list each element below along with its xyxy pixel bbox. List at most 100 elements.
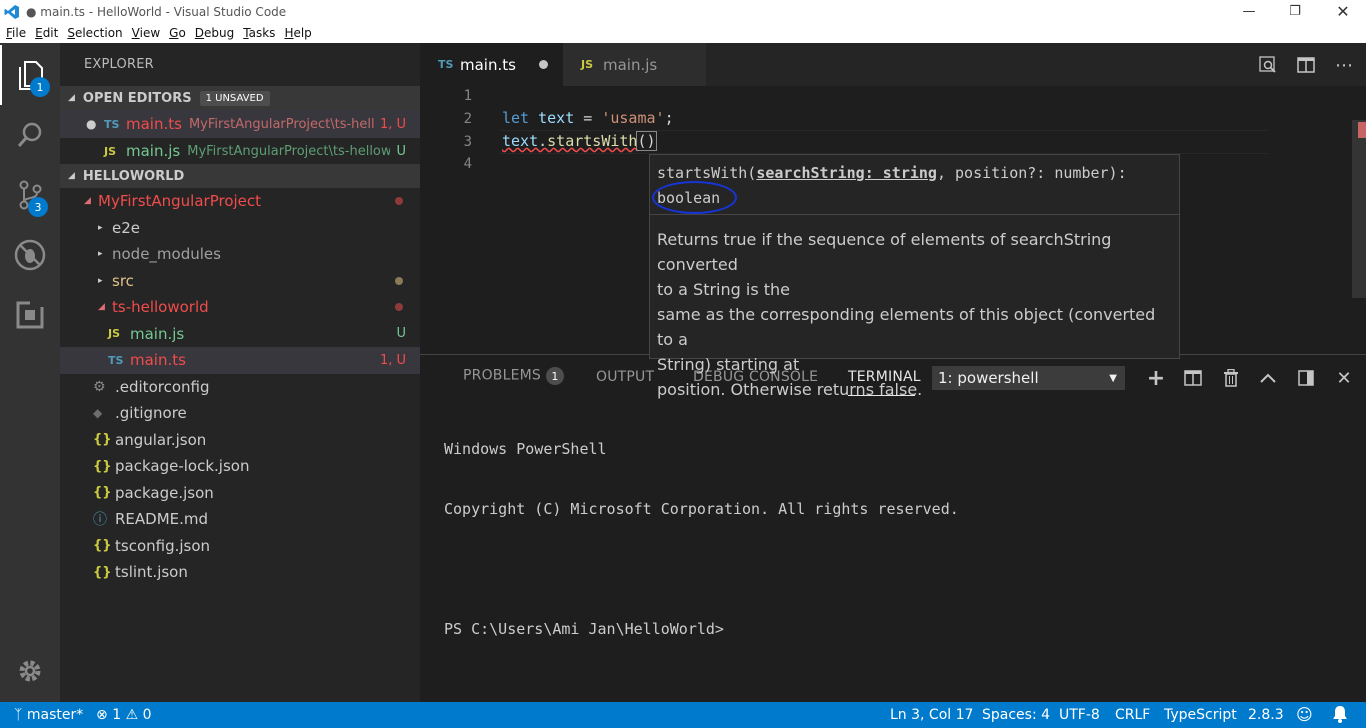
file-label: .gitignore xyxy=(115,404,187,423)
activity-bar: 1 3 xyxy=(0,43,60,702)
doc-line: same as the corresponding elements of th… xyxy=(657,305,1156,349)
tree-folder[interactable]: ▸ src xyxy=(60,268,420,295)
feedback-smiley-icon[interactable]: ☺ xyxy=(1296,705,1313,724)
minimize-icon[interactable]: — xyxy=(1226,0,1272,23)
notifications-bell-icon[interactable] xyxy=(1332,705,1348,727)
tree-folder[interactable]: ▸ e2e xyxy=(60,215,420,242)
scm-activity[interactable]: 3 xyxy=(0,165,60,225)
modified-dot-icon xyxy=(395,197,403,206)
line-number: 3 xyxy=(463,134,472,150)
open-editors-header[interactable]: ◢ OPEN EDITORS 1 UNSAVED xyxy=(60,86,420,110)
eol-status[interactable]: CRLF xyxy=(1115,707,1150,723)
unsaved-dot-icon[interactable] xyxy=(539,60,548,69)
split-terminal-icon[interactable] xyxy=(1183,368,1203,388)
gear-icon xyxy=(19,660,41,682)
open-editor-path: MyFirstAngularProject\ts-hell... xyxy=(188,116,388,132)
typescript-file-icon: TS xyxy=(108,353,124,367)
status-bar: ᛉ master* ⊗ 1 ⚠ 0 Ln 3, Col 17 Spaces: 4… xyxy=(0,702,1366,728)
collapsed-arrow-icon: ▸ xyxy=(98,275,103,286)
explorer-activity[interactable]: 1 xyxy=(0,45,60,105)
collapsed-arrow-icon: ▸ xyxy=(98,249,103,260)
warning-icon: ⚠ xyxy=(125,707,139,723)
indentation-status[interactable]: Spaces: 4 xyxy=(982,707,1050,723)
file-label: main.js xyxy=(130,324,185,343)
tree-file[interactable]: {} tslint.json xyxy=(60,559,420,586)
language-status[interactable]: TypeScript xyxy=(1164,707,1237,723)
tree-file[interactable]: {} package-lock.json xyxy=(60,453,420,480)
folder-label: MyFirstAngularProject xyxy=(98,192,262,211)
code-line-3: text.startsWith() xyxy=(502,131,657,151)
tree-file[interactable]: {} angular.json xyxy=(60,427,420,454)
menu-go[interactable]: Go xyxy=(169,26,186,40)
problems-status[interactable]: ⊗ 1 ⚠ 0 xyxy=(96,707,152,723)
maximize-panel-icon[interactable] xyxy=(1296,368,1316,388)
menu-file[interactable]: File xyxy=(6,26,26,40)
open-preview-icon[interactable] xyxy=(1258,55,1278,75)
tab-main-ts[interactable]: TS main.ts xyxy=(420,43,563,86)
close-icon[interactable]: ✕ xyxy=(1320,0,1366,23)
cursor-position[interactable]: Ln 3, Col 17 xyxy=(890,707,973,723)
open-editor-item[interactable]: ● TS main.ts MyFirstAngularProject\ts-he… xyxy=(60,110,420,138)
warning-count: 0 xyxy=(142,707,152,723)
json-file-icon: {} xyxy=(93,564,112,580)
typescript-file-icon: TS xyxy=(104,117,120,131)
ts-version-status[interactable]: 2.8.3 xyxy=(1248,707,1284,723)
error-count: 1 xyxy=(112,707,122,723)
tree-file[interactable]: ◆ .gitignore xyxy=(60,400,420,427)
menu-debug[interactable]: Debug xyxy=(195,26,234,40)
trash-icon[interactable] xyxy=(1221,368,1241,388)
close-panel-icon[interactable]: ✕ xyxy=(1334,368,1354,389)
tree-file[interactable]: {} package.json xyxy=(60,480,420,507)
tree-folder-project[interactable]: ◢ MyFirstAngularProject xyxy=(60,188,420,215)
tree-folder[interactable]: ▸ node_modules xyxy=(60,241,420,268)
javascript-file-icon: JS xyxy=(108,327,121,341)
tab-output[interactable]: OUTPUT xyxy=(596,369,654,385)
file-status: 1, U xyxy=(379,352,406,368)
annotation-circle xyxy=(652,181,737,214)
search-activity[interactable] xyxy=(0,105,60,165)
open-editor-status: 1, U xyxy=(373,116,406,132)
debug-activity[interactable] xyxy=(0,225,60,285)
terminal-line: Windows PowerShell xyxy=(444,440,607,458)
modified-dot-icon xyxy=(395,276,403,285)
menu-edit[interactable]: Edit xyxy=(35,26,58,40)
menu-tasks[interactable]: Tasks xyxy=(243,26,275,40)
terminal-output[interactable]: Windows PowerShell Copyright (C) Microso… xyxy=(444,399,959,679)
doc-line: to a String is the xyxy=(657,280,790,299)
tree-file[interactable]: {} tsconfig.json xyxy=(60,533,420,560)
variable-token: text xyxy=(502,132,539,150)
chevron-up-icon[interactable] xyxy=(1258,368,1278,388)
file-status: U xyxy=(396,326,406,342)
tree-file-selected[interactable]: TS main.ts 1, U xyxy=(60,347,420,374)
editor-scrollbar[interactable] xyxy=(1352,120,1366,298)
branch-status[interactable]: ᛉ master* xyxy=(14,707,83,723)
more-actions-icon[interactable]: ⋯ xyxy=(1334,55,1354,76)
tree-file[interactable]: JS main.js U xyxy=(60,321,420,348)
menu-view[interactable]: View xyxy=(132,26,160,40)
menu-help[interactable]: Help xyxy=(284,26,311,40)
tree-file[interactable]: ⓘ README.md xyxy=(60,506,420,533)
file-label: package-lock.json xyxy=(115,457,250,476)
settings-activity[interactable] xyxy=(0,641,60,701)
tree-folder[interactable]: ◢ ts-helloworld xyxy=(60,294,420,321)
open-editor-name: main.ts xyxy=(126,115,182,133)
file-label: .editorconfig xyxy=(115,377,210,396)
search-icon xyxy=(17,122,42,147)
tab-problems[interactable]: PROBLEMS 1 xyxy=(463,367,565,385)
file-label: package.json xyxy=(115,483,214,502)
doc-line: position. Otherwise returns false. xyxy=(657,380,923,399)
minimap[interactable] xyxy=(1266,86,1296,91)
vscode-logo-icon xyxy=(4,4,19,19)
collapse-arrow-icon: ◢ xyxy=(68,93,75,103)
tab-main-js[interactable]: JS main.js xyxy=(563,43,706,86)
split-editor-icon[interactable] xyxy=(1296,55,1316,75)
restore-icon[interactable]: ❐ xyxy=(1272,0,1318,23)
tab-label: main.js xyxy=(603,55,658,74)
extensions-activity[interactable] xyxy=(0,285,60,345)
open-editor-item[interactable]: JS main.js MyFirstAngularProject\ts-hell… xyxy=(60,138,420,164)
menu-selection[interactable]: Selection xyxy=(67,26,122,40)
tree-file[interactable]: ⚙ .editorconfig xyxy=(60,374,420,401)
doc-line: Returns true if the sequence of elements… xyxy=(657,230,1112,274)
workspace-header[interactable]: ◢ HELLOWORLD xyxy=(60,164,420,188)
encoding-status[interactable]: UTF-8 xyxy=(1059,707,1100,723)
